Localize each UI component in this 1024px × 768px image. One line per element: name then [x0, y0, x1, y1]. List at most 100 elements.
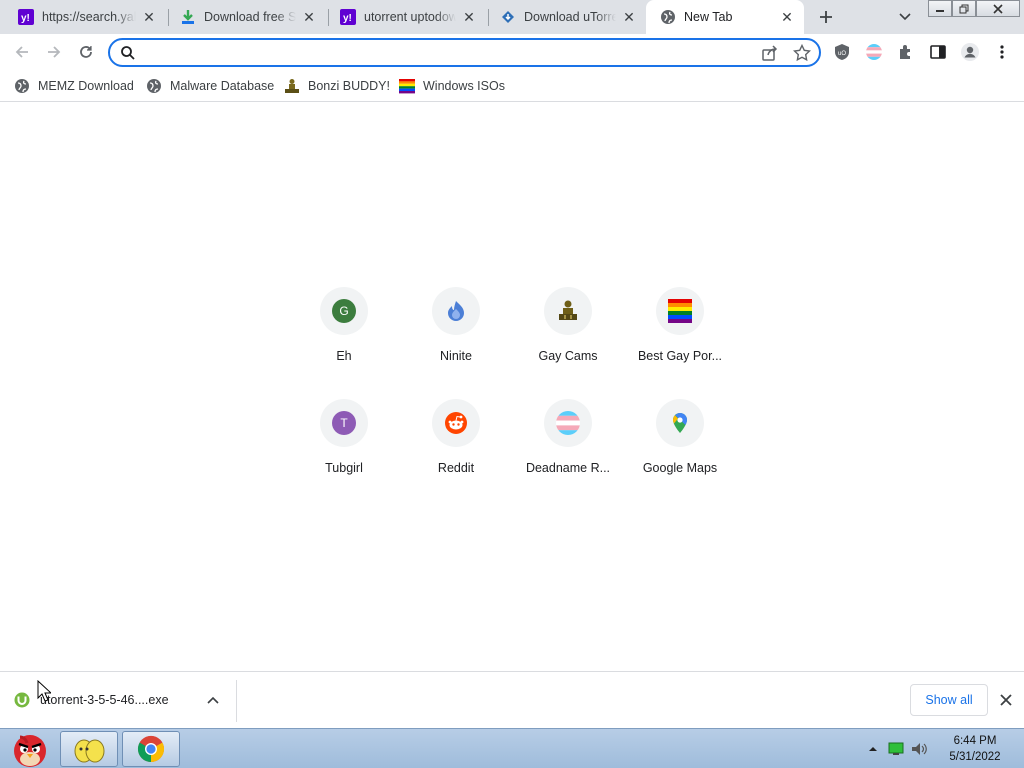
system-tray [862, 729, 932, 768]
shortcut-icon-circle [656, 399, 704, 447]
shortcut-tile[interactable]: T Tubgirl [288, 399, 400, 511]
side-panel-button[interactable] [926, 40, 950, 64]
ninite-icon [448, 301, 464, 321]
shortcut-icon-circle: G [320, 287, 368, 335]
bookmark-label: Bonzi BUDDY! [308, 79, 390, 93]
tab-yahoo-search[interactable]: y! https://search.yahoo.com ✕ [4, 0, 166, 34]
bonzi-icon [559, 300, 577, 320]
shortcut-tile[interactable]: Reddit [400, 399, 512, 511]
forward-button[interactable] [40, 38, 68, 66]
profile-button[interactable] [958, 40, 982, 64]
window-close-button[interactable] [976, 0, 1020, 17]
tab-download-utorrent[interactable]: Download uTorrent ✕ [486, 0, 646, 34]
bookmark-windows-isos[interactable]: Windows ISOs [399, 75, 505, 97]
shortcut-icon-circle [544, 399, 592, 447]
bookmark-label: Windows ISOs [423, 79, 505, 93]
minimize-button[interactable] [928, 0, 952, 17]
shortcut-label: Eh [336, 349, 352, 363]
tab-title: utorrent uptodown [364, 10, 456, 24]
shortcut-tile[interactable]: Google Maps [624, 399, 736, 511]
bookmark-label: MEMZ Download [38, 79, 134, 93]
clock-time: 6:44 PM [953, 735, 997, 747]
shortcut-label: Tubgirl [325, 461, 363, 475]
tab-title: Download free Stremio [204, 10, 296, 24]
ublock-extension-button[interactable]: uO [830, 40, 854, 64]
shortcut-icon-circle [544, 287, 592, 335]
shortcut-icon-circle: T [320, 399, 368, 447]
minimize-icon [936, 9, 944, 12]
close-icon[interactable]: ✕ [778, 8, 796, 26]
menu-button[interactable] [990, 40, 1014, 64]
download-options-button[interactable] [203, 690, 223, 710]
svg-text:y!: y! [21, 13, 30, 24]
bookmark-bonzi-buddy[interactable]: Bonzi BUDDY! [284, 75, 390, 97]
restore-button[interactable] [952, 0, 976, 17]
close-icon[interactable]: ✕ [140, 8, 158, 26]
shortcut-icon-circle [432, 287, 480, 335]
shortcut-label: Gay Cams [538, 349, 598, 363]
trans-flag-icon [866, 44, 882, 60]
show-all-button[interactable]: Show all [910, 684, 988, 716]
puzzle-icon [900, 45, 910, 59]
start-button[interactable] [2, 729, 56, 768]
tab-new-tab[interactable]: New Tab ✕ [646, 0, 804, 34]
trans-flag-icon [556, 411, 580, 435]
tab-title: https://search.yahoo.com [42, 10, 136, 24]
taskbar-bonzi-app[interactable] [60, 731, 118, 767]
shortcut-label: Google Maps [642, 461, 718, 475]
share-icon[interactable] [761, 44, 779, 62]
shortcut-icon-circle [656, 287, 704, 335]
shortcut-tile[interactable]: Deadname R... [512, 399, 624, 511]
address-input[interactable] [144, 43, 754, 63]
tab-search-button[interactable] [894, 6, 916, 28]
taskbar-clock[interactable]: 6:44 PM 5/31/2022 [940, 733, 1010, 765]
shortcut-tile[interactable]: Gay Cams [512, 287, 624, 399]
show-hidden-icons-button[interactable] [862, 746, 884, 752]
close-icon[interactable]: ✕ [620, 8, 638, 26]
globe-icon [146, 78, 162, 94]
network-icon[interactable] [884, 742, 908, 756]
close-shelf-button[interactable] [996, 690, 1016, 710]
close-icon[interactable]: ✕ [300, 8, 318, 26]
extensions-button[interactable] [894, 40, 918, 64]
yahoo-icon: y! [18, 9, 34, 25]
bookmark-memz-download[interactable]: MEMZ Download [14, 75, 134, 97]
shortcut-tile[interactable]: G Eh [288, 287, 400, 399]
close-icon [1000, 694, 1012, 706]
new-tab-button[interactable] [814, 5, 838, 29]
chrome-icon [137, 735, 165, 763]
volume-icon[interactable] [908, 742, 932, 756]
angry-bird-icon [14, 735, 46, 767]
kebab-menu-icon [1000, 45, 1004, 59]
rainbow-flag-icon [668, 299, 692, 323]
taskbar-chrome-app[interactable] [122, 731, 180, 767]
bookmark-malware-database[interactable]: Malware Database [146, 75, 274, 97]
bookmark-label: Malware Database [170, 79, 275, 93]
utorrent-icon [14, 692, 30, 708]
taskbar: 6:44 PM 5/31/2022 [0, 728, 1024, 768]
tab-utorrent-uptodown[interactable]: y! utorrent uptodown ✕ [326, 0, 486, 34]
trans-flag-extension-button[interactable] [862, 40, 886, 64]
omnibox[interactable] [108, 38, 821, 67]
reload-button[interactable] [72, 38, 100, 66]
tab-download-stremio[interactable]: Download free Stremio ✕ [166, 0, 326, 34]
reload-icon [80, 46, 92, 58]
globe-icon [660, 9, 676, 25]
close-icon [993, 3, 1003, 14]
bonzi-icon [284, 78, 300, 94]
shortcut-tile[interactable]: Ninite [400, 287, 512, 399]
letter-t-icon: T [332, 411, 356, 435]
download-shelf: utorrent-3-5-5-46....exe Show all [0, 671, 1024, 728]
shelf-divider [236, 680, 237, 722]
chevron-up-icon [207, 696, 219, 704]
download-arrow-icon [180, 9, 196, 25]
forward-arrow-icon [48, 46, 61, 58]
close-icon[interactable]: ✕ [460, 8, 478, 26]
bookmark-star-icon[interactable] [792, 43, 812, 62]
back-button[interactable] [8, 38, 36, 66]
bookmarks-bar: MEMZ Download Malware Database Bonzi BUD… [0, 70, 1024, 102]
tray-arrow-up-icon [869, 747, 877, 751]
uptodown-icon [500, 9, 516, 25]
shortcut-tile[interactable]: Best Gay Por... [624, 287, 736, 399]
svg-text:uO: uO [838, 51, 846, 57]
